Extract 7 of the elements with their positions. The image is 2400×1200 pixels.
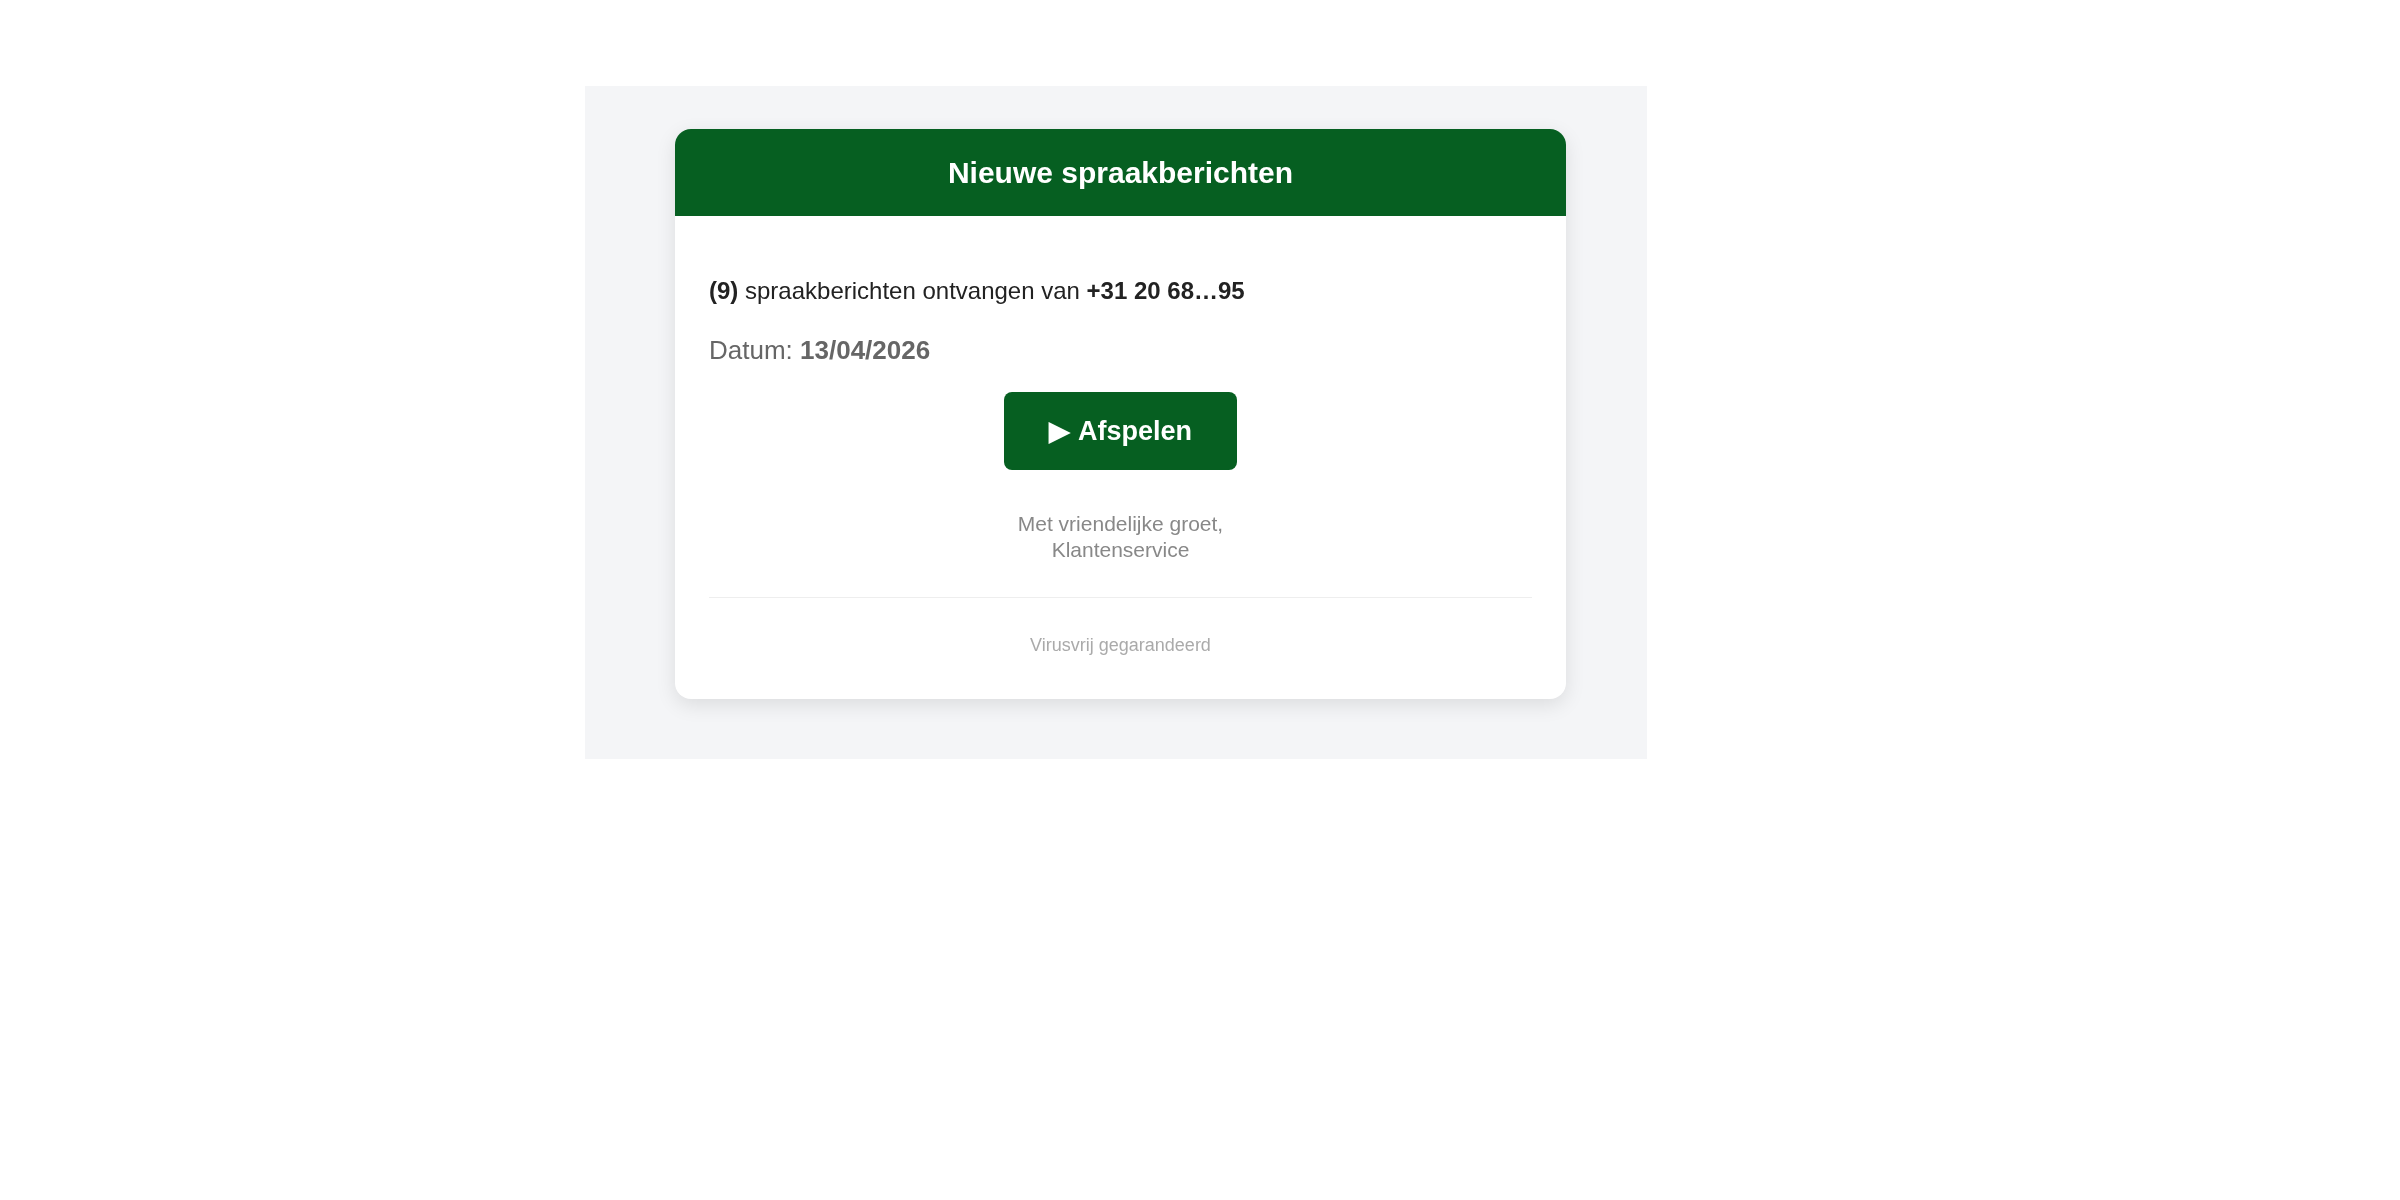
message-text: (9) spraakberichten ontvangen van +31 20 68…95: [709, 276, 1246, 306]
signature-text: Klantenservice: [1051, 537, 1190, 563]
signature-text: Met vriendelijke groet,: [1017, 511, 1224, 537]
card-title: Nieuwe spraakberichten: [947, 155, 1294, 191]
footer-text: Virusvrij gegarandeerd: [1030, 634, 1211, 657]
date-text: Datum: 13/04/2026: [709, 334, 932, 367]
play-button[interactable]: ▶ Afspelen: [1004, 392, 1237, 470]
